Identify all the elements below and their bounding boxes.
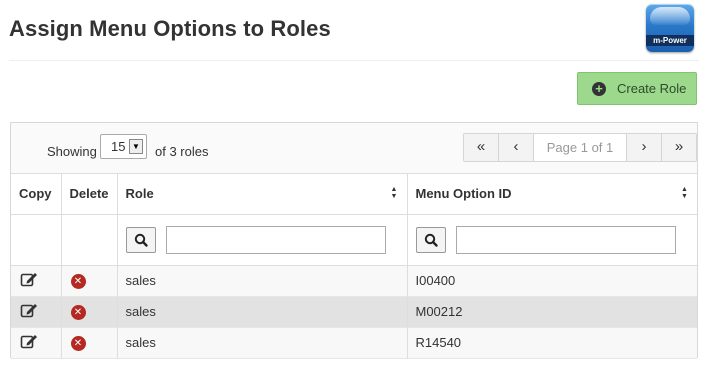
filter-row — [11, 214, 697, 266]
next-page-button[interactable]: › — [627, 134, 662, 161]
create-role-label: Create Role — [617, 81, 687, 96]
plus-circle-icon: + — [592, 81, 606, 96]
delete-icon[interactable]: ✕ — [70, 335, 86, 351]
column-header-menu-option-label: Menu Option ID — [415, 186, 512, 202]
menu-option-search-button[interactable] — [415, 226, 446, 253]
sort-icon[interactable]: ▲ ▼ — [681, 186, 689, 200]
role-cell: sales — [117, 265, 408, 297]
prev-page-button[interactable]: ‹ — [499, 134, 534, 161]
menu-option-cell: I00400 — [407, 265, 697, 297]
table-row: ✕ sales I00400 — [11, 265, 697, 297]
menu-option-cell: R14540 — [407, 327, 697, 359]
role-search-button[interactable] — [125, 226, 156, 253]
page-info: Page 1 of 1 — [534, 134, 627, 161]
page-title: Assign Menu Options to Roles — [9, 16, 331, 41]
panel-header: Showing 15 ▼ of 3 roles « ‹ Page 1 of 1 … — [11, 123, 697, 174]
role-filter-input[interactable] — [165, 225, 386, 254]
column-header-menu-option[interactable]: Menu Option ID ▲ ▼ — [407, 174, 697, 215]
roles-count: of 3 roles — [155, 144, 209, 159]
roles-table: Copy Delete Role ▲▼ Menu Option ID ▲▼ — [11, 174, 697, 359]
showing-label: Showing — [47, 144, 97, 159]
table-row: ✕ sales R14540 — [11, 327, 697, 359]
pagination: « ‹ Page 1 of 1 › » — [463, 133, 697, 162]
first-page-button[interactable]: « — [464, 134, 499, 161]
column-header-role[interactable]: Role ▲ ▼ — [117, 174, 408, 215]
role-cell: sales — [117, 327, 408, 359]
page-size-value: 15 — [111, 139, 126, 154]
menu-option-cell: M00212 — [407, 296, 697, 328]
page-size-select[interactable]: 15 ▼ — [100, 134, 147, 159]
edit-icon[interactable] — [20, 271, 38, 290]
delete-icon[interactable]: ✕ — [70, 304, 86, 320]
create-role-button[interactable]: + Create Role — [577, 72, 697, 105]
column-header-copy: Copy — [11, 174, 62, 215]
menu-option-filter-input[interactable] — [455, 225, 676, 254]
edit-icon[interactable] — [20, 333, 38, 352]
column-header-delete: Delete — [61, 174, 118, 215]
edit-icon[interactable] — [20, 302, 38, 321]
logo-text: m-Power — [653, 36, 687, 45]
last-page-button[interactable]: » — [662, 134, 696, 161]
table-row: ✕ sales M00212 — [11, 296, 697, 328]
column-header-role-label: Role — [125, 186, 154, 202]
chevron-down-icon[interactable]: ▼ — [129, 139, 143, 154]
mpower-logo: m-Power — [646, 4, 694, 52]
header-divider — [9, 60, 699, 61]
search-icon — [424, 233, 438, 247]
role-cell: sales — [117, 296, 408, 328]
roles-panel: Showing 15 ▼ of 3 roles « ‹ Page 1 of 1 … — [10, 122, 698, 359]
search-icon — [134, 233, 148, 247]
sort-icon[interactable]: ▲ ▼ — [391, 186, 399, 200]
delete-icon[interactable]: ✕ — [70, 273, 86, 289]
